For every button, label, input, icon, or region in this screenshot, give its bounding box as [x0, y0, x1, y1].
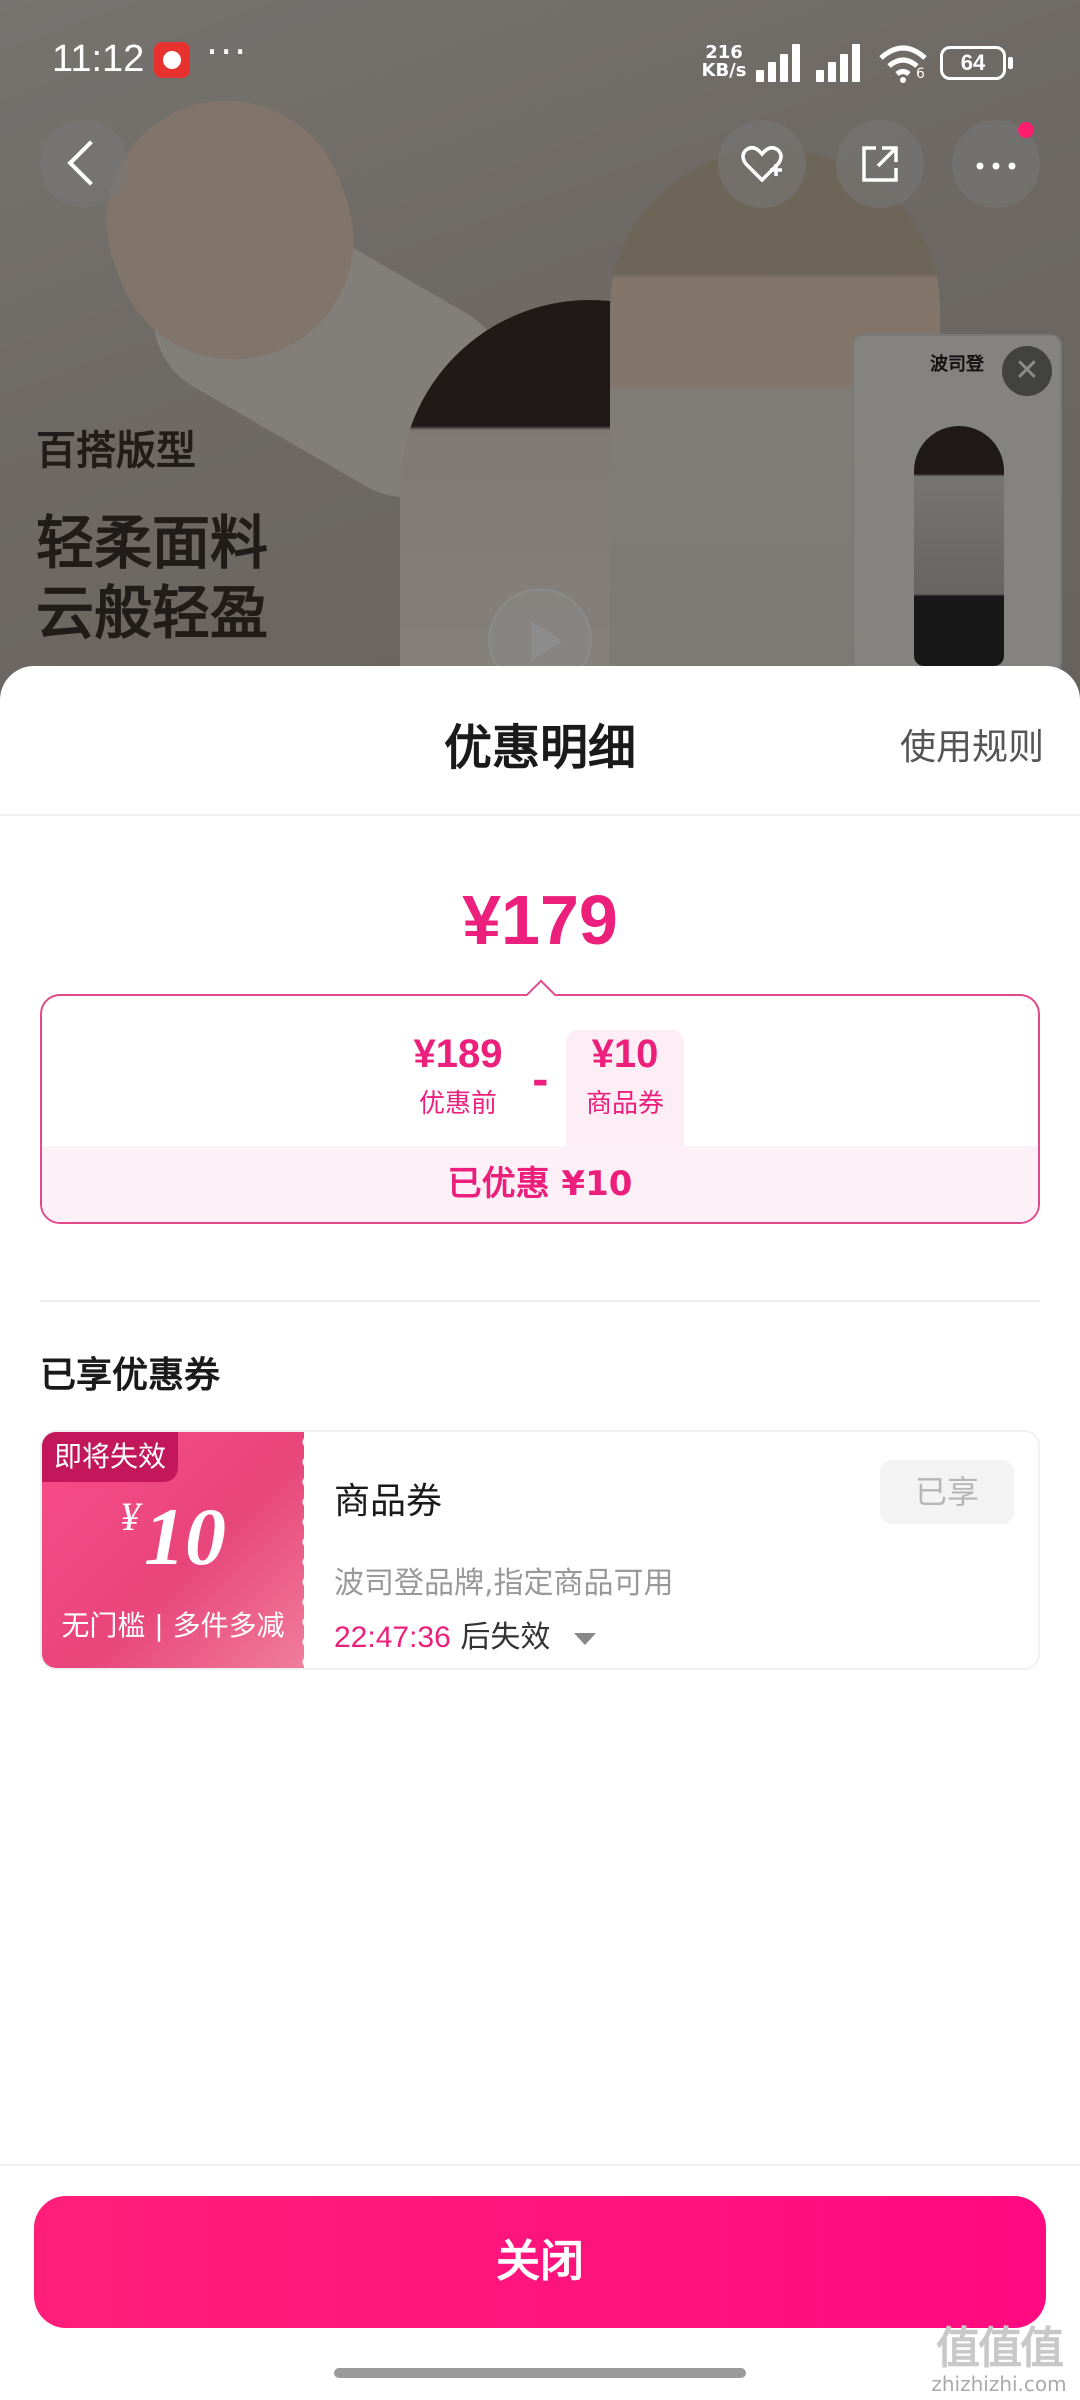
coupon-name: 商品券 [334, 1481, 443, 1522]
coupon-currency: ¥ [120, 1494, 140, 1539]
coupon-deduction: ¥10 商品券 [566, 1030, 684, 1160]
status-time: 11:12 [52, 38, 145, 80]
price-before-label: 优惠前 [418, 1089, 497, 1119]
section-divider [40, 1300, 1040, 1302]
coupon-perforation [294, 1432, 308, 1668]
price-before-discount: ¥189 优惠前 [388, 1032, 528, 1120]
status-more: ··· [206, 30, 249, 74]
net-speed: 216 KB/s [698, 44, 750, 80]
home-indicator[interactable] [334, 2368, 746, 2378]
coupon-deduction-value: ¥10 [591, 1032, 659, 1076]
modal-overlay[interactable] [0, 0, 1080, 700]
coupon-value-panel: 即将失效 ¥10 无门槛 | 多件多减 [42, 1432, 304, 1668]
usage-rules-link[interactable]: 使用规则 [900, 718, 1044, 770]
minus-sign: - [532, 1058, 549, 1104]
net-speed-unit: KB/s [701, 60, 747, 81]
watermark: 值值值 zhizhizhi.com [924, 2312, 1074, 2396]
coupon-countdown: 22:47:36 [334, 1621, 451, 1654]
app-notification-icon [154, 42, 190, 78]
coupon-applied-button: 已享 [880, 1460, 1014, 1524]
coupon-deduction-label: 商品券 [585, 1089, 664, 1119]
share-icon[interactable] [836, 120, 924, 208]
final-price: ¥179 [462, 881, 618, 959]
close-button[interactable]: 关闭 [34, 2196, 1046, 2328]
expiring-badge: 即将失效 [42, 1432, 179, 1482]
total-saved: 已优惠 ¥10 [42, 1146, 1038, 1222]
applied-coupons-title: 已享优惠券 [40, 1355, 221, 1396]
footer-divider [0, 2164, 1080, 2166]
status-bar: 11:12 ··· 216 KB/s 6 64 [0, 0, 1080, 100]
coupon-card[interactable]: 即将失效 ¥10 无门槛 | 多件多减 商品券 波司登品牌,指定商品可用 22:… [40, 1430, 1040, 1670]
signal-icon [756, 44, 804, 82]
product-banner: 百搭版型 轻柔面料 云般轻盈 波司登 ✕ [0, 0, 1080, 700]
chevron-down-icon[interactable] [573, 1632, 596, 1645]
signal-icon-2 [816, 44, 864, 82]
notification-dot [1018, 122, 1034, 138]
heart-plus-icon[interactable] [718, 120, 806, 208]
price-calculation: ¥189 优惠前 - ¥10 商品券 已优惠 ¥10 [40, 994, 1040, 1224]
wifi-badge: 6 [916, 66, 925, 82]
coupon-expiry[interactable]: 22:47:36 后失效 [334, 1612, 596, 1656]
price-before-value: ¥189 [413, 1032, 503, 1076]
coupon-amount: ¥10 [42, 1490, 304, 1584]
watermark-logo: 值值值 [936, 2323, 1064, 2374]
watermark-site: zhizhizhi.com [931, 2372, 1067, 2396]
discount-detail-sheet: 优惠明细 使用规则 ¥179 ¥189 优惠前 - ¥10 商品券 已优惠 ¥1… [0, 666, 1080, 2400]
sheet-header: 优惠明细 使用规则 [0, 666, 1080, 816]
coupon-countdown-suffix: 后失效 [460, 1620, 551, 1655]
coupon-conditions: 无门槛 | 多件多减 [61, 1609, 285, 1642]
back-arrow-icon[interactable] [40, 120, 128, 208]
coupon-amount-value: 10 [144, 1491, 226, 1582]
coupon-scope: 波司登品牌,指定商品可用 [334, 1566, 674, 1601]
battery-icon: 64 [940, 46, 1013, 80]
